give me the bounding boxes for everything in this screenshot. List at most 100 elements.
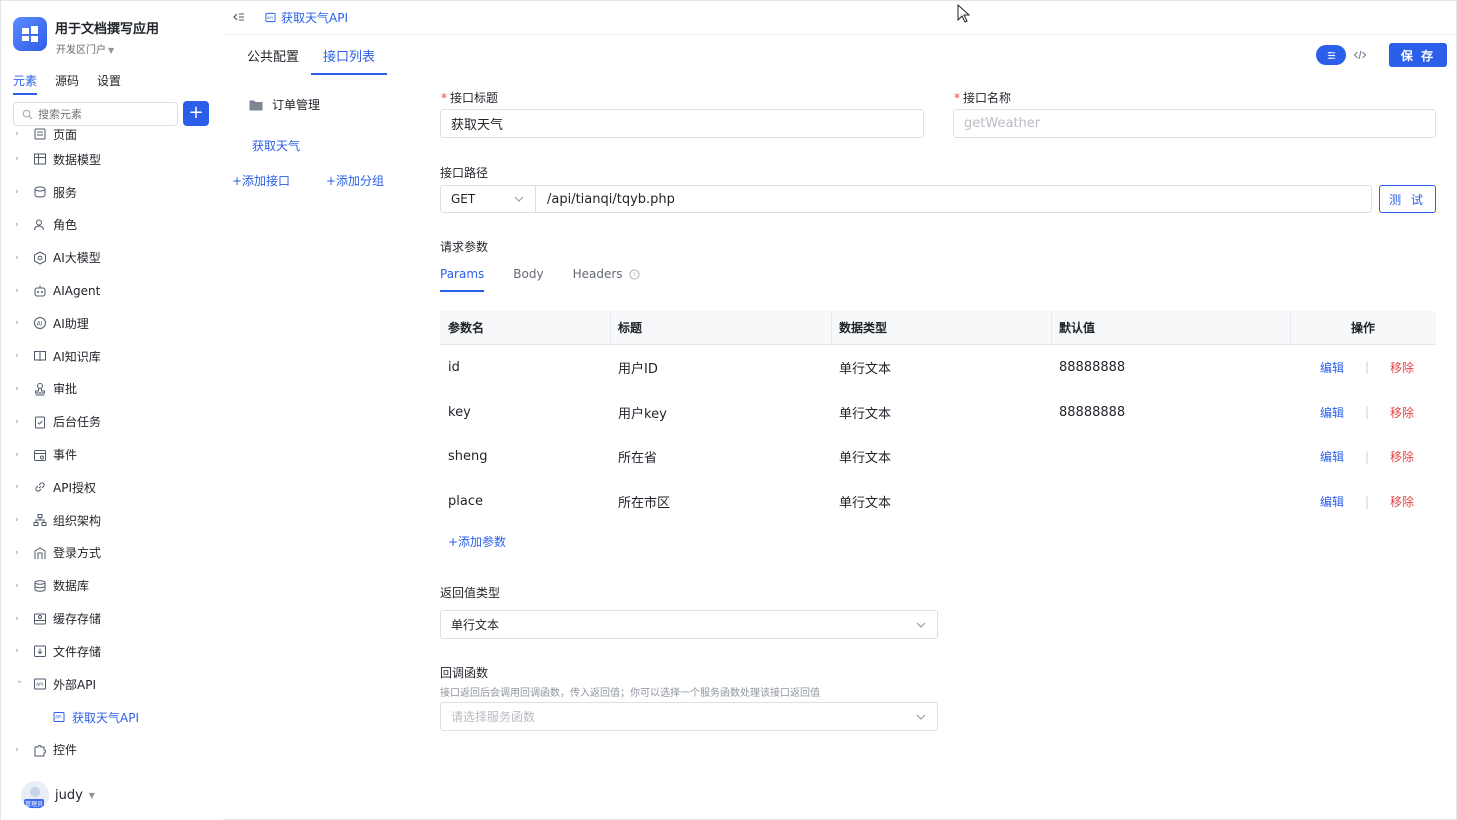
tab-label: Body <box>513 267 544 281</box>
chevron-right-icon: › <box>15 219 19 230</box>
http-method-select[interactable]: GET <box>440 185 536 213</box>
callback-label: 回调函数 <box>440 666 489 680</box>
remove-button[interactable]: 移除 <box>1390 359 1414 376</box>
api-path-input[interactable]: /api/tianqi/tqyb.php <box>536 185 1372 213</box>
chevron-right-icon: › <box>15 187 19 198</box>
add-param-link[interactable]: +添加参数 <box>448 533 506 550</box>
top-bar: API 获取天气API <box>223 1 1457 35</box>
tree-item-page[interactable]: › 页面 <box>1 125 223 143</box>
tree-item-label: 登录方式 <box>53 546 102 561</box>
visual-mode-toggle[interactable] <box>1316 45 1346 65</box>
api-icon: API <box>53 712 65 723</box>
tab-headers[interactable]: Headers ? <box>573 267 640 292</box>
sidebar-tab-elements[interactable]: 元素 <box>13 72 38 95</box>
tree-item-org[interactable]: › 组织架构 <box>1 504 223 537</box>
tree-item-background-task[interactable]: › 后台任务 <box>1 405 223 438</box>
api-name-input[interactable]: getWeather <box>953 109 1436 138</box>
svg-text:API: API <box>55 715 61 720</box>
save-button[interactable]: 保 存 <box>1389 43 1447 67</box>
tree-item-file-storage[interactable]: › 文件存储 <box>1 635 223 668</box>
tree-item-label: 角色 <box>53 218 78 233</box>
remove-button[interactable]: 移除 <box>1390 404 1414 421</box>
folder-icon <box>249 100 263 110</box>
sidebar-tab-settings[interactable]: 设置 <box>97 72 121 95</box>
link-icon <box>35 482 45 492</box>
tab-get-weather-api[interactable]: API 获取天气API <box>265 9 348 26</box>
test-button[interactable]: 测 试 <box>1379 185 1436 213</box>
user-role-icon <box>34 219 44 231</box>
tree-item-label: 缓存存储 <box>53 612 102 627</box>
add-element-button[interactable]: + <box>183 101 209 126</box>
remove-button[interactable]: 移除 <box>1390 493 1414 510</box>
api-item-get-weather[interactable]: 获取天气 <box>252 137 300 154</box>
remove-button[interactable]: 移除 <box>1390 448 1414 465</box>
table-body: id 用户ID 单行文本 88888888 编辑 | 移除 key 用户key 单行文本 88888… <box>440 345 1436 524</box>
avatar: 管理员 <box>21 781 49 809</box>
chevron-right-icon: › <box>15 318 19 329</box>
app-logo <box>13 17 47 51</box>
chevron-right-icon: › <box>15 482 19 493</box>
add-api-link[interactable]: +添加接口 <box>232 172 290 189</box>
add-group-link[interactable]: +添加分组 <box>326 172 384 189</box>
actions-cell: 编辑 | 移除 <box>1290 359 1436 376</box>
tree-item-approval[interactable]: › 审批 <box>1 373 223 406</box>
request-params-label: 请求参数 <box>440 240 489 254</box>
tab-params[interactable]: Params <box>440 267 485 292</box>
tree-item-external-api[interactable]: › API 外部API <box>1 668 223 701</box>
row-actions: 编辑 | 移除 <box>1320 493 1414 510</box>
tab-api-list[interactable]: 接口列表 <box>311 43 388 75</box>
table-row: sheng 所在省 单行文本 编辑 | 移除 <box>440 435 1436 480</box>
tree-item-label: 数据库 <box>53 579 90 594</box>
column-header: 操作 <box>1290 311 1436 344</box>
tree-item-ai-assistant[interactable]: › AI AI助理 <box>1 307 223 340</box>
param-name-cell: sheng <box>448 449 488 465</box>
code-icon[interactable] <box>1353 48 1367 62</box>
chevron-right-icon: › <box>15 129 19 139</box>
tree-item-label: 获取天气API <box>72 710 139 725</box>
user-menu[interactable]: 管理员 judy ▼ <box>21 781 95 809</box>
tree-item-role[interactable]: › 角色 <box>1 209 223 242</box>
tree-item-database[interactable]: › 数据库 <box>1 569 223 602</box>
tree-item-controls[interactable]: › 控件 <box>1 734 223 767</box>
edit-button[interactable]: 编辑 <box>1320 493 1344 510</box>
return-type-select[interactable]: 单行文本 <box>440 610 938 639</box>
tab-public-config[interactable]: 公共配置 <box>235 43 311 75</box>
page-icon <box>34 128 46 140</box>
tree-item-ai-agent[interactable]: › AIAgent <box>1 274 223 307</box>
tree-item-data-model[interactable]: › 数据模型 <box>1 143 223 176</box>
tree-item-get-weather-api[interactable]: API 获取天气API <box>1 701 223 734</box>
tree-item-ai-knowledge[interactable]: › AI知识库 <box>1 340 223 373</box>
edit-button[interactable]: 编辑 <box>1320 359 1344 376</box>
caret-down-icon: ▼ <box>88 790 95 800</box>
table-header: 参数名 标题 数据类型 默认值 操作 <box>440 311 1436 345</box>
api-title-input[interactable]: 获取天气 <box>440 109 924 138</box>
return-type-value: 单行文本 <box>451 618 500 632</box>
tree-item-cache[interactable]: › 缓存存储 <box>1 602 223 635</box>
collapse-sidebar-icon[interactable] <box>231 10 245 24</box>
param-title-cell: 所在市区 <box>618 496 671 512</box>
tree-item-api-auth[interactable]: › API授权 <box>1 471 223 504</box>
tree-item-event[interactable]: › 事件 <box>1 438 223 471</box>
edit-button[interactable]: 编辑 <box>1320 404 1344 421</box>
search-input[interactable] <box>38 107 168 121</box>
tree-item-label: AI大模型 <box>53 251 101 266</box>
sidebar: 用于文档撰写应用 开发区门户▼ 元素 源码 设置 + › 页面 › 数据模型 <box>1 1 223 820</box>
param-default-cell: 88888888 <box>1059 359 1126 375</box>
column-header: 参数名 <box>448 321 485 335</box>
tab-body[interactable]: Body <box>513 267 543 292</box>
param-type-cell: 单行文本 <box>839 406 892 422</box>
tree-item-ai-model[interactable]: › AI大模型 <box>1 241 223 274</box>
table-row: key 用户key 单行文本 88888888 编辑 | 移除 <box>440 390 1436 435</box>
portal-selector[interactable]: 开发区门户 ▼ <box>56 41 114 56</box>
api-path-label: 接口路径 <box>440 166 489 180</box>
folder-order-management[interactable]: 订单管理 <box>249 96 320 113</box>
api-icon: API <box>265 12 276 23</box>
callback-select[interactable]: 请选择服务函数 <box>440 702 938 731</box>
tree-item-login[interactable]: › 登录方式 <box>1 537 223 570</box>
mouse-cursor-icon <box>957 4 971 23</box>
tree-item-service[interactable]: › 服务 <box>1 176 223 209</box>
sidebar-tab-source[interactable]: 源码 <box>55 72 79 95</box>
edit-button[interactable]: 编辑 <box>1320 448 1344 465</box>
help-icon[interactable]: ? <box>628 268 640 280</box>
chevron-down-icon <box>916 714 926 720</box>
